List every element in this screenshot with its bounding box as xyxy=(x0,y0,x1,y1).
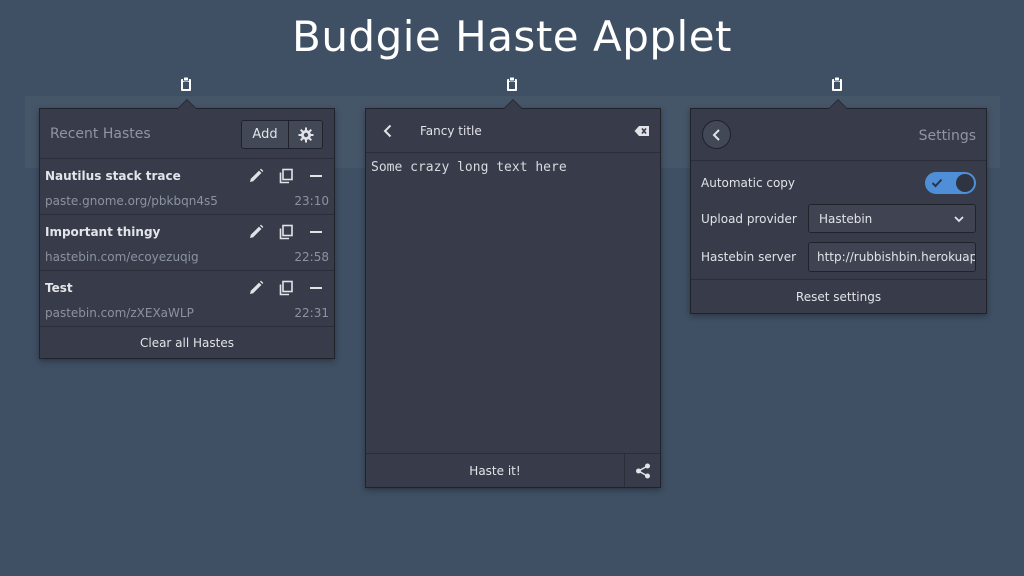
haste-url[interactable]: paste.gnome.org/pbkbqn4s5 xyxy=(45,194,218,208)
popover-arrow xyxy=(503,99,523,109)
haste-title: Nautilus stack trace xyxy=(45,169,181,183)
back-button[interactable] xyxy=(702,120,731,149)
haste-title: Important thingy xyxy=(45,225,161,239)
minus-icon[interactable] xyxy=(308,224,324,240)
recent-hastes-title: Recent Hastes xyxy=(50,126,151,142)
check-icon xyxy=(931,178,943,188)
haste-time: 23:10 xyxy=(294,194,329,208)
haste-actions xyxy=(248,224,324,240)
clear-all-button[interactable]: Clear all Hastes xyxy=(40,327,334,359)
editor-footer: Haste it! xyxy=(366,453,660,487)
pencil-icon[interactable] xyxy=(248,280,264,296)
settings-popover: Settings Automatic copy Upload provider … xyxy=(690,99,987,314)
popover-arrow xyxy=(828,99,848,109)
minus-icon[interactable] xyxy=(308,168,324,184)
switch-knob xyxy=(956,174,974,192)
haste-text-area[interactable]: Some crazy long text here xyxy=(371,160,567,175)
haste-it-button[interactable]: Haste it! xyxy=(366,454,625,487)
header-button-group: Add xyxy=(241,120,323,149)
page-title: Budgie Haste Applet xyxy=(292,12,732,61)
settings-button[interactable] xyxy=(289,121,322,148)
hastebin-server-label: Hastebin server xyxy=(701,250,797,264)
haste-list-item[interactable]: Test pastebin.com/zXEXaWLP 22:31 xyxy=(40,271,334,327)
automatic-copy-label: Automatic copy xyxy=(701,176,796,190)
copy-icon[interactable] xyxy=(278,280,294,296)
clipboard-icon[interactable] xyxy=(831,76,845,92)
chevron-left-icon xyxy=(712,128,720,141)
backspace-icon[interactable] xyxy=(634,123,650,139)
haste-actions xyxy=(248,168,324,184)
upload-provider-label: Upload provider xyxy=(701,212,797,226)
share-button[interactable] xyxy=(625,454,660,487)
editor-popover: Fancy title Some crazy long text here Ha… xyxy=(365,99,661,488)
upload-provider-value: Hastebin xyxy=(819,212,873,226)
chevron-down-icon xyxy=(954,216,964,223)
haste-title-entry[interactable]: Fancy title xyxy=(420,124,482,138)
settings-header: Settings xyxy=(691,109,986,161)
gear-icon xyxy=(298,127,313,142)
haste-time: 22:31 xyxy=(294,306,329,320)
clipboard-icon[interactable] xyxy=(180,76,194,92)
upload-provider-select[interactable]: Hastebin xyxy=(808,204,976,233)
automatic-copy-switch[interactable] xyxy=(925,172,976,194)
settings-title: Settings xyxy=(918,128,976,144)
copy-icon[interactable] xyxy=(278,224,294,240)
editor-header: Fancy title xyxy=(366,109,660,153)
haste-list-item[interactable]: Nautilus stack trace paste.gnome.org/pbk… xyxy=(40,159,334,215)
share-icon xyxy=(635,463,650,478)
haste-url[interactable]: hastebin.com/ecoyezuqig xyxy=(45,250,199,264)
haste-title: Test xyxy=(45,281,73,295)
haste-actions xyxy=(248,280,324,296)
chevron-left-icon[interactable] xyxy=(380,123,396,139)
clipboard-icon[interactable] xyxy=(506,76,520,92)
recent-hastes-popover: Recent Hastes Add Nautilus stack trace p… xyxy=(39,99,335,359)
haste-url[interactable]: pastebin.com/zXEXaWLP xyxy=(45,306,194,320)
popover-arrow xyxy=(177,99,197,109)
pencil-icon[interactable] xyxy=(248,168,264,184)
pencil-icon[interactable] xyxy=(248,224,264,240)
add-button[interactable]: Add xyxy=(242,121,289,148)
haste-list-item[interactable]: Important thingy hastebin.com/ecoyezuqig… xyxy=(40,215,334,271)
recent-hastes-header: Recent Hastes Add xyxy=(40,109,334,159)
reset-settings-button[interactable]: Reset settings xyxy=(691,279,986,313)
haste-time: 22:58 xyxy=(294,250,329,264)
hastebin-server-input[interactable]: http://rubbishbin.herokuapp.com xyxy=(808,242,976,272)
copy-icon[interactable] xyxy=(278,168,294,184)
minus-icon[interactable] xyxy=(308,280,324,296)
